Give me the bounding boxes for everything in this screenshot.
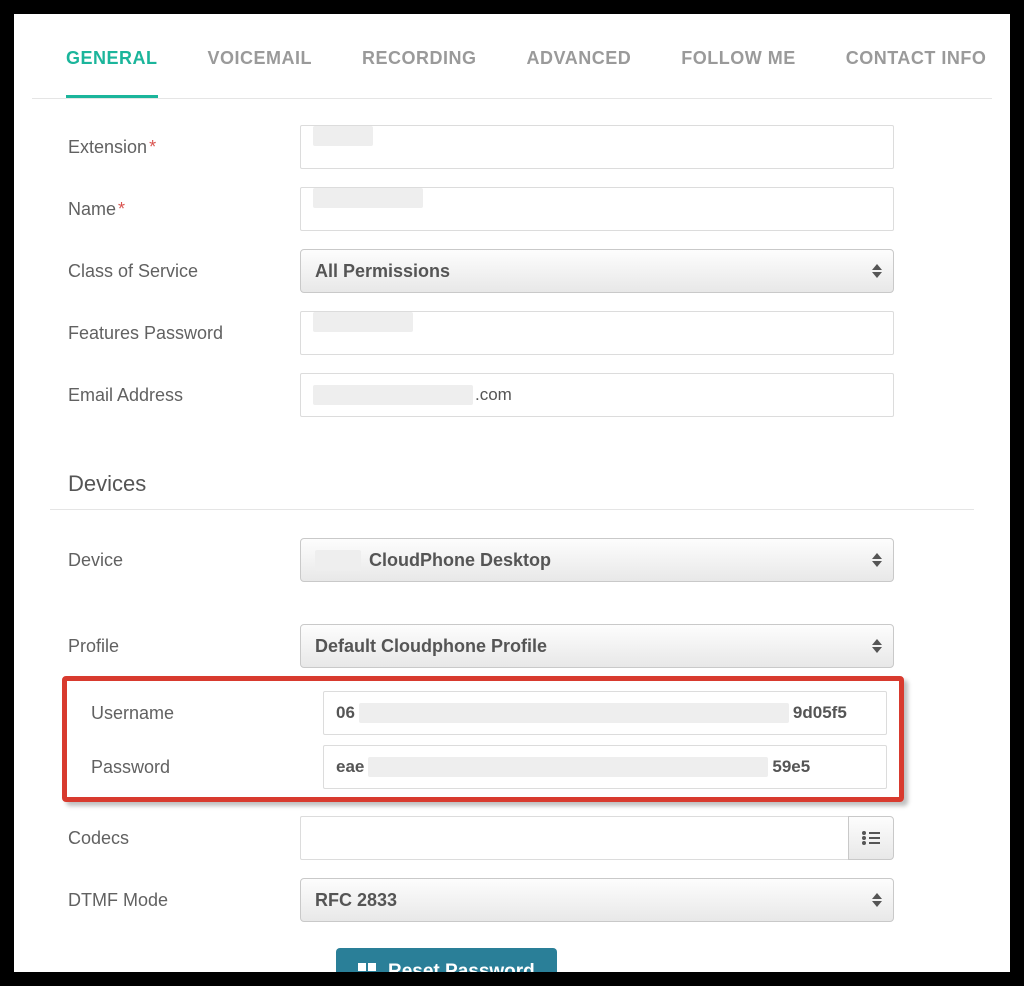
username-input[interactable]: 06 9d05f5 bbox=[323, 691, 887, 735]
label-dtmf: DTMF Mode bbox=[50, 890, 300, 911]
device-select[interactable]: CloudPhone Desktop bbox=[300, 538, 894, 582]
label-name: Name* bbox=[50, 199, 300, 220]
chevron-updown-icon bbox=[871, 891, 883, 909]
credentials-highlight: Username 06 9d05f5 Password eae bbox=[62, 676, 904, 802]
label-extension: Extension* bbox=[50, 137, 300, 158]
dtmf-select[interactable]: RFC 2833 bbox=[300, 878, 894, 922]
row-email: Email Address .com bbox=[50, 373, 974, 417]
label-password: Password bbox=[67, 757, 323, 778]
name-input[interactable] bbox=[300, 187, 894, 231]
chevron-updown-icon bbox=[871, 262, 883, 280]
row-password: Password eae 59e5 bbox=[67, 745, 899, 789]
row-codecs: Codecs bbox=[50, 816, 974, 860]
features-password-input[interactable] bbox=[300, 311, 894, 355]
row-extension: Extension* bbox=[50, 125, 974, 169]
chevron-updown-icon bbox=[871, 637, 883, 655]
password-input[interactable]: eae 59e5 bbox=[323, 745, 887, 789]
label-profile: Profile bbox=[50, 636, 300, 657]
email-suffix: .com bbox=[475, 385, 512, 405]
profile-select[interactable]: Default Cloudphone Profile bbox=[300, 624, 894, 668]
codecs-list-button[interactable] bbox=[848, 816, 894, 860]
row-username: Username 06 9d05f5 bbox=[67, 691, 899, 735]
label-codecs: Codecs bbox=[50, 828, 300, 849]
row-features-password: Features Password bbox=[50, 311, 974, 355]
tab-voicemail[interactable]: VOICEMAIL bbox=[208, 14, 313, 98]
app-frame: GENERAL VOICEMAIL RECORDING ADVANCED FOL… bbox=[0, 0, 1024, 986]
label-device: Device bbox=[50, 550, 300, 571]
row-name: Name* bbox=[50, 187, 974, 231]
general-form: Extension* Name* bbox=[32, 99, 992, 417]
content-area: GENERAL VOICEMAIL RECORDING ADVANCED FOL… bbox=[14, 14, 1010, 986]
row-device: Device CloudPhone Desktop bbox=[50, 538, 974, 582]
list-icon bbox=[862, 831, 880, 845]
row-dtmf: DTMF Mode RFC 2833 bbox=[50, 878, 974, 922]
tabs-bar: GENERAL VOICEMAIL RECORDING ADVANCED FOL… bbox=[32, 14, 992, 99]
tab-follow-me[interactable]: FOLLOW ME bbox=[681, 14, 795, 98]
label-email: Email Address bbox=[50, 385, 300, 406]
row-class-of-service: Class of Service All Permissions bbox=[50, 249, 974, 293]
class-of-service-select[interactable]: All Permissions bbox=[300, 249, 894, 293]
qr-icon bbox=[358, 963, 376, 981]
codecs-input[interactable] bbox=[300, 816, 848, 860]
tab-contact-info[interactable]: CONTACT INFO bbox=[846, 14, 987, 98]
chevron-updown-icon bbox=[871, 551, 883, 569]
reset-password-button[interactable]: Reset Password bbox=[336, 948, 557, 986]
devices-form: Device CloudPhone Desktop Profile Defaul… bbox=[32, 538, 992, 986]
label-class-of-service: Class of Service bbox=[50, 261, 300, 282]
email-input[interactable]: .com bbox=[300, 373, 894, 417]
tab-recording[interactable]: RECORDING bbox=[362, 14, 477, 98]
label-username: Username bbox=[67, 703, 323, 724]
label-features-password: Features Password bbox=[50, 323, 300, 344]
row-profile: Profile Default Cloudphone Profile bbox=[50, 624, 974, 668]
tab-advanced[interactable]: ADVANCED bbox=[527, 14, 632, 98]
extension-input[interactable] bbox=[300, 125, 894, 169]
button-row: Reset Password bbox=[50, 948, 974, 986]
tab-general[interactable]: GENERAL bbox=[66, 14, 158, 98]
devices-header: Devices bbox=[50, 435, 974, 510]
